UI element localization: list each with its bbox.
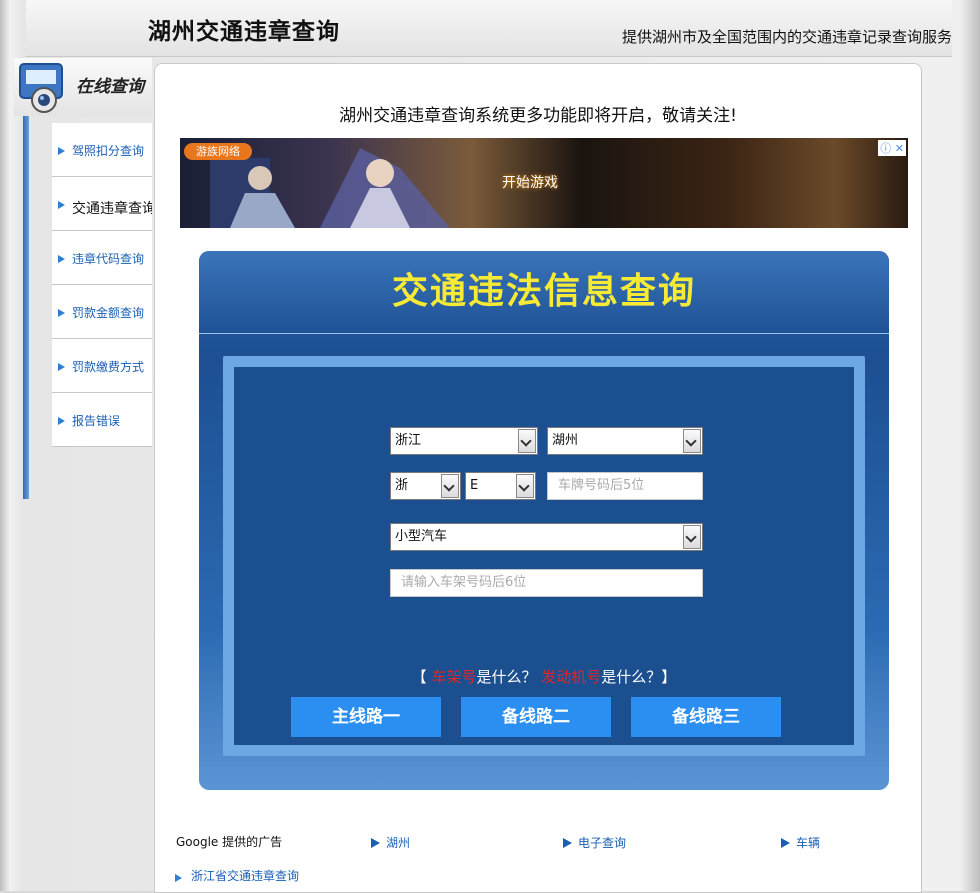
plate-letter-value: E	[470, 478, 479, 493]
site-title: 湖州交通违章查询	[148, 19, 340, 45]
triangle-bullet-icon	[58, 363, 65, 371]
camera-icon	[19, 63, 63, 113]
sidebar-item-label: 交通违章查询	[72, 201, 152, 217]
triangle-bullet-icon	[58, 417, 65, 425]
sidebar-item-violation-query[interactable]: 交通违章查询	[52, 177, 152, 231]
triangle-bullet-icon	[175, 874, 182, 882]
related-link[interactable]: 浙江省交通违章查询	[171, 859, 899, 892]
engine-number-help-link[interactable]: 发动机号	[541, 668, 601, 686]
sponsored-link-label: 电子查询	[578, 836, 627, 850]
backup-route-2-button[interactable]: 备线路二	[461, 697, 611, 737]
sponsored-link-label: 车辆	[796, 836, 821, 850]
sidebar: 在线查询 驾照扣分查询 交通违章查询 违章代码查询 罚款金额查询 罚款缴费方式 …	[14, 58, 152, 891]
triangle-bullet-icon	[58, 255, 65, 263]
backup-route-3-button[interactable]: 备线路三	[631, 697, 781, 737]
sidebar-heading: 在线查询	[14, 58, 152, 116]
primary-route-button[interactable]: 主线路一	[291, 697, 441, 737]
vehicle-type-select[interactable]: 小型汽车	[390, 523, 703, 551]
plate-number-placeholder: 车牌号码后5位	[558, 478, 645, 493]
query-panel: 交通违法信息查询 浙江 湖州 浙 E 车牌号码后5位 小型汽车 请输入车架号码后…	[199, 251, 889, 790]
query-form: 浙江 湖州 浙 E 车牌号码后5位 小型汽车 请输入车架号码后6位 【 车架号是…	[234, 367, 854, 745]
triangle-bullet-icon	[58, 309, 65, 317]
query-panel-title: 交通违法信息查询	[199, 251, 889, 334]
chevron-down-icon	[516, 474, 534, 498]
sidebar-item-license-points[interactable]: 驾照扣分查询	[52, 123, 152, 177]
site-header: 湖州交通违章查询 提供湖州市及全国范围内的交通违章记录查询服务	[26, 0, 952, 57]
main-content: 湖州交通违章查询系统更多功能即将开启，敬请关注! 游族网络 开始游戏 ⓘ ✕ 交…	[154, 63, 922, 893]
triangle-bullet-icon	[781, 838, 790, 848]
ad-choices-icon[interactable]: ⓘ ✕	[878, 140, 906, 156]
triangle-bullet-icon	[58, 201, 65, 209]
chevron-down-icon	[518, 429, 536, 453]
ad-logo: 游族网络	[184, 143, 252, 160]
chevron-down-icon	[683, 525, 701, 549]
vehicle-type-value: 小型汽车	[395, 529, 448, 544]
ad-banner[interactable]: 游族网络 开始游戏 ⓘ ✕	[180, 138, 908, 228]
frame-number-help-link[interactable]: 车架号	[431, 668, 476, 686]
plate-letter-select[interactable]: E	[465, 472, 536, 500]
notice-text: 湖州交通违章查询系统更多功能即将开启，敬请关注!	[339, 106, 737, 126]
sponsored-link[interactable]: 车辆	[781, 834, 820, 851]
sidebar-heading-label: 在线查询	[76, 77, 144, 97]
sidebar-accent-bar	[23, 116, 29, 499]
plate-prefix-value: 浙	[395, 478, 409, 493]
frame-number-input[interactable]: 请输入车架号码后6位	[390, 569, 703, 597]
sidebar-item-violation-code[interactable]: 违章代码查询	[52, 231, 152, 285]
plate-prefix-select[interactable]: 浙	[390, 472, 461, 500]
site-description: 提供湖州市及全国范围内的交通违章记录查询服务	[621, 28, 952, 46]
frame-number-placeholder: 请输入车架号码后6位	[401, 575, 527, 590]
city-select-value: 湖州	[552, 433, 579, 448]
plate-number-input[interactable]: 车牌号码后5位	[547, 472, 703, 500]
game-art-image	[320, 148, 450, 228]
help-text: 【 车架号是什么？ 发动机号是什么？】	[234, 666, 854, 687]
sidebar-item-label: 罚款金额查询	[72, 306, 145, 320]
sponsored-link-label: 湖州	[386, 836, 411, 850]
sponsored-links-bar: Google 提供的广告 湖州 电子查询 车辆	[176, 833, 898, 851]
chevron-down-icon	[683, 429, 701, 453]
help-bracket-open: 【	[411, 668, 427, 686]
related-link-label: 浙江省交通违章查询	[191, 869, 300, 883]
chevron-down-icon	[441, 474, 459, 498]
sidebar-item-fine-amount[interactable]: 罚款金额查询	[52, 285, 152, 339]
triangle-bullet-icon	[58, 147, 65, 155]
sponsored-link[interactable]: 湖州	[371, 834, 410, 851]
sponsored-link[interactable]: 电子查询	[563, 834, 626, 851]
sidebar-item-label: 驾照扣分查询	[72, 144, 145, 158]
city-select[interactable]: 湖州	[547, 427, 703, 455]
triangle-bullet-icon	[371, 838, 380, 848]
query-form-frame: 浙江 湖州 浙 E 车牌号码后5位 小型汽车 请输入车架号码后6位 【 车架号是…	[223, 356, 865, 756]
ad-start-game[interactable]: 开始游戏	[502, 172, 584, 196]
sidebar-item-label: 违章代码查询	[72, 252, 145, 266]
triangle-bullet-icon	[563, 838, 572, 848]
province-select[interactable]: 浙江	[390, 427, 538, 455]
sidebar-item-payment-method[interactable]: 罚款缴费方式	[52, 339, 152, 393]
sponsored-label: Google 提供的广告	[176, 835, 283, 849]
sidebar-item-report-error[interactable]: 报告错误	[52, 393, 152, 447]
sidebar-item-label: 罚款缴费方式	[72, 360, 145, 374]
province-select-value: 浙江	[395, 433, 422, 448]
help-question-1: 是什么？	[476, 668, 537, 686]
help-question-2: 是什么？】	[601, 668, 677, 686]
sidebar-item-label: 报告错误	[72, 414, 121, 428]
